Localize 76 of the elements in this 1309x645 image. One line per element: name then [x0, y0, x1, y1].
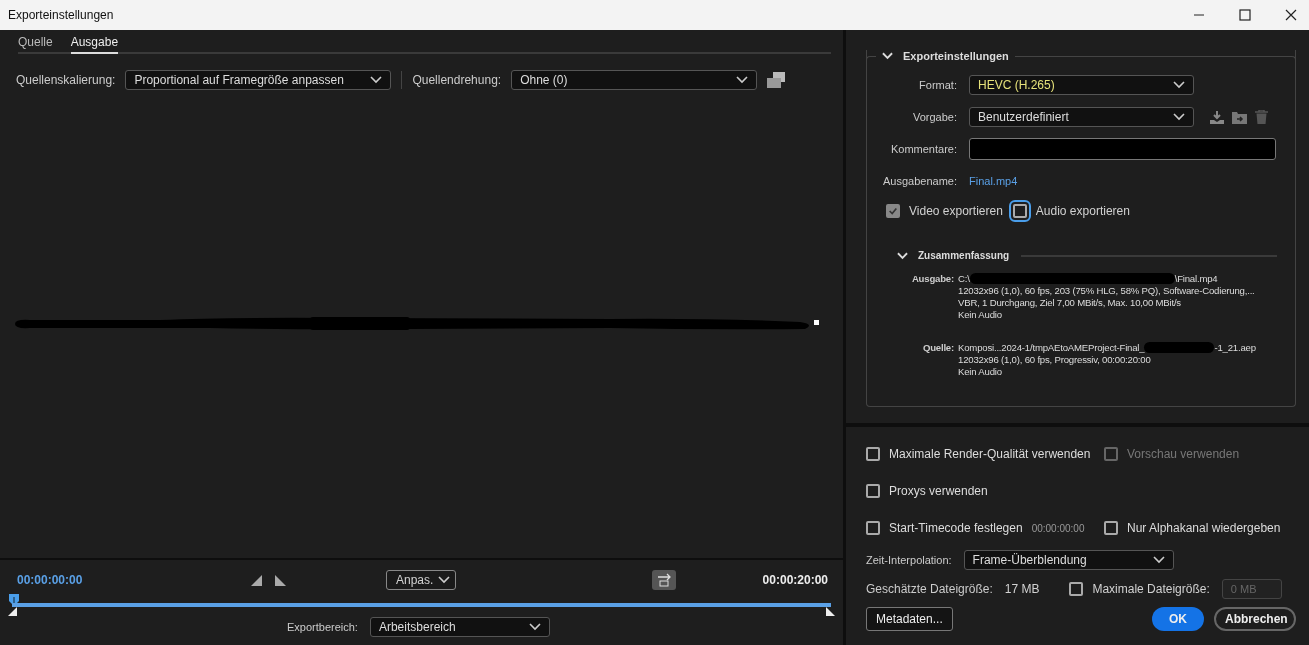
- checkbox-label: Vorschau verwenden: [1127, 447, 1240, 461]
- crop-icon[interactable]: [767, 72, 786, 88]
- timeline-track[interactable]: [8, 591, 835, 617]
- summary-text: Komposi...2024-1/tmpAEtoAMEProject-Final_: [958, 342, 1145, 353]
- checkbox-label: Video exportieren: [909, 204, 1003, 218]
- summary-text: VBR, 1 Durchgang, Ziel 7,00 MBit/s, Max. 10,00 MBit/s: [958, 297, 1182, 308]
- chevron-down-icon: [1152, 556, 1165, 564]
- section-toggle[interactable]: Zusammenfassung: [897, 250, 1010, 261]
- cancel-button[interactable]: Abbrechen: [1214, 607, 1296, 631]
- maximize-icon[interactable]: [1239, 9, 1251, 21]
- section-toggle[interactable]: Exporteinstellungen: [882, 50, 1009, 62]
- metadata-button[interactable]: Metadaten...: [866, 607, 953, 631]
- chevron-down-icon: [736, 76, 749, 84]
- field-label: Exportbereich:: [287, 621, 358, 633]
- redaction-mark: [1144, 342, 1215, 353]
- checkbox[interactable]: [866, 447, 880, 461]
- timecode-text: 00:00:00:00: [1031, 522, 1085, 534]
- summary-text: 12032x96 (1,0), 60 fps, 203 (75% HLG, 58% PQ), Software-Codierung,...: [958, 285, 1255, 296]
- folder-import-icon[interactable]: [1232, 110, 1247, 124]
- checkbox-label: Nur Alphakanal wiedergeben: [1127, 521, 1281, 535]
- mark-out-icon[interactable]: [275, 574, 286, 586]
- preset-dropdown[interactable]: Benutzerdefiniert: [969, 107, 1194, 127]
- summary-label: Quelle:: [921, 342, 954, 355]
- tab[interactable]: Quelle: [18, 35, 53, 54]
- summary-text: \Final.mp4: [1174, 273, 1218, 284]
- summary-text: Kein Audio: [958, 366, 1003, 377]
- window-title: Exporteinstellungen: [8, 8, 114, 22]
- field-label: Vorgabe:: [911, 111, 957, 123]
- checkbox[interactable]: [1104, 521, 1118, 535]
- chevron-down-icon: [438, 576, 451, 584]
- rotation-dropdown[interactable]: Ohne (0): [511, 70, 758, 90]
- interpolation-dropdown[interactable]: Frame-Überblendung: [963, 550, 1174, 570]
- mark-in-icon[interactable]: [251, 574, 262, 586]
- export-range-dropdown[interactable]: Arbeitsbereich: [369, 617, 550, 637]
- loop-icon[interactable]: [652, 570, 677, 590]
- output-name-link[interactable]: Final.mp4: [969, 175, 1018, 187]
- checkbox-label: Proxys verwenden: [889, 484, 988, 498]
- format-dropdown[interactable]: HEVC (H.265): [969, 75, 1194, 95]
- field-label: Kommentare:: [889, 143, 957, 155]
- tab[interactable]: Ausgabe: [70, 35, 119, 54]
- summary-label: Ausgabe:: [910, 273, 954, 286]
- summary-text: 12032x96 (1,0), 60 fps, Progressiv, 00:00:20:00: [958, 354, 1152, 365]
- checkbox-label: Start-Timecode festlegen: [889, 521, 1023, 535]
- checkbox[interactable]: [1069, 582, 1084, 596]
- checkbox[interactable]: [866, 484, 880, 498]
- field-label: Quellenskalierung:: [16, 73, 116, 87]
- summary-text: C:\: [958, 273, 970, 284]
- chevron-down-icon: [370, 76, 383, 84]
- ok-button[interactable]: OK: [1152, 607, 1204, 631]
- download-icon[interactable]: [1210, 110, 1224, 124]
- checkmark-icon: [888, 206, 898, 216]
- current-timecode[interactable]: 00:00:00:00: [17, 573, 251, 587]
- field-label: Quellendrehung:: [412, 73, 502, 87]
- chevron-down-icon: [1173, 113, 1185, 121]
- comments-field[interactable]: [969, 138, 1276, 160]
- checkbox[interactable]: [866, 521, 880, 535]
- field-label: Geschätzte Dateigröße:: [866, 582, 993, 596]
- checkbox-label: Audio exportieren: [1035, 204, 1130, 218]
- close-icon[interactable]: [1285, 9, 1297, 21]
- field-label: Zeit-Interpolation:: [866, 554, 952, 566]
- zoom-dropdown[interactable]: Anpas.: [386, 570, 457, 590]
- summary-text: Kein Audio: [958, 309, 1003, 320]
- work-area-start-handle[interactable]: [8, 607, 17, 616]
- size-value: 17 MB: [1004, 582, 1040, 596]
- checkbox-label: Maximale Dateigröße:: [1092, 582, 1210, 596]
- end-timecode: 00:00:20:00: [762, 573, 828, 587]
- checkbox-label: Maximale Render-Qualität verwenden: [889, 447, 1091, 461]
- chevron-down-icon: [1173, 81, 1185, 89]
- summary-text: -1_21.aep: [1214, 342, 1256, 353]
- chevron-down-icon: [528, 623, 541, 631]
- field-label: Format:: [918, 79, 957, 91]
- scaling-dropdown[interactable]: Proportional auf Framegröße anpassen: [125, 70, 392, 90]
- work-area-end-handle[interactable]: [826, 607, 835, 616]
- chevron-down-icon: [897, 251, 908, 260]
- field-label: Ausgabename:: [882, 175, 957, 187]
- chevron-down-icon: [882, 52, 893, 60]
